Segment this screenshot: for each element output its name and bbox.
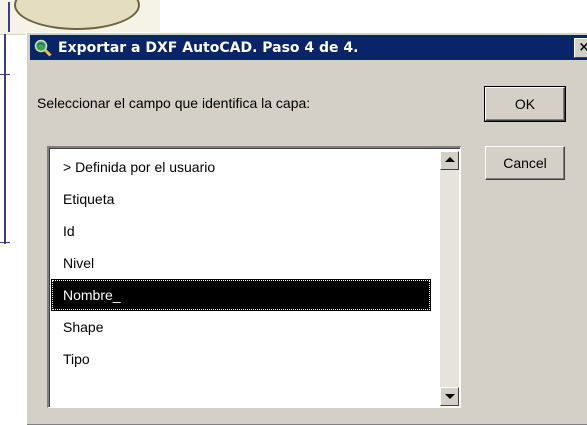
dialog-title: Exportar a DXF AutoCAD. Paso 4 de 4. (58, 39, 359, 56)
background-tick (0, 74, 10, 75)
arrow-down-icon (445, 394, 455, 399)
title-bar[interactable]: Exportar a DXF AutoCAD. Paso 4 de 4. × (30, 35, 587, 60)
scroll-up-button[interactable] (440, 151, 459, 170)
arrow-up-icon (445, 157, 455, 162)
background-map-fragment (0, 0, 160, 35)
background-tick (0, 242, 10, 243)
background-map-line (0, 34, 6, 244)
list-item[interactable]: Shape (51, 311, 431, 343)
scroll-down-button[interactable] (440, 387, 459, 406)
list-item-selected[interactable]: Nombre_ (51, 279, 431, 311)
list-item[interactable]: Tipo (51, 343, 431, 375)
field-listbox[interactable]: > Definida por el usuario Etiqueta Id Ni… (47, 146, 461, 408)
ok-button[interactable]: OK (484, 86, 566, 122)
list-item[interactable]: Etiqueta (51, 183, 431, 215)
list-item[interactable]: > Definida por el usuario (51, 151, 431, 183)
field-prompt-label: Seleccionar el campo que identifica la c… (37, 95, 311, 111)
field-list: > Definida por el usuario Etiqueta Id Ni… (51, 151, 431, 375)
magnifier-globe-icon (34, 39, 52, 57)
list-item[interactable]: Id (51, 215, 431, 247)
close-icon: × (578, 40, 587, 55)
export-dxf-dialog: Exportar a DXF AutoCAD. Paso 4 de 4. × S… (26, 32, 587, 425)
list-item[interactable]: Nivel (51, 247, 431, 279)
vertical-scrollbar[interactable] (440, 151, 459, 406)
background-marker (8, 2, 34, 32)
cancel-button[interactable]: Cancel (485, 146, 565, 180)
close-button[interactable]: × (574, 38, 587, 58)
